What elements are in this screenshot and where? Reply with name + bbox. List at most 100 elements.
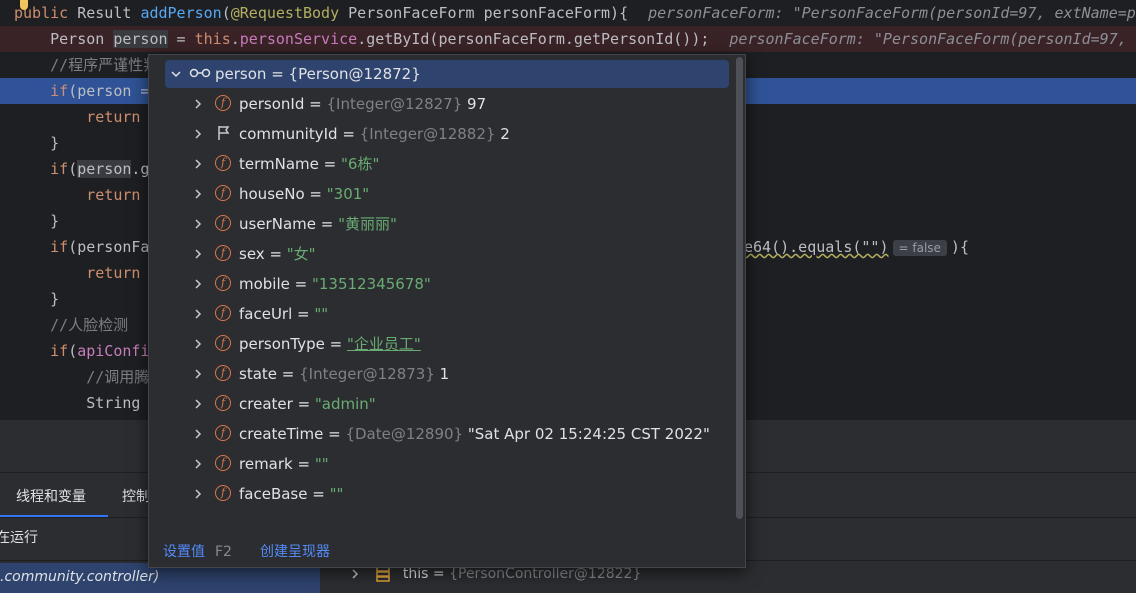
field-name: faceUrl (239, 305, 293, 323)
variable-row-this[interactable]: this = {PersonController@12822} (350, 566, 641, 582)
lightbulb-icon[interactable] (16, 0, 32, 12)
field-name: personId (239, 95, 305, 113)
field-value: "13512345678" (311, 275, 431, 293)
equals-sign: = (289, 275, 312, 293)
field-icon: f (215, 485, 231, 501)
field-row-persontype[interactable]: f personType = "企业员工" (149, 329, 729, 359)
field-value: "6栋" (341, 155, 380, 173)
field-value: 97 (467, 95, 487, 113)
code-token: } (14, 134, 60, 152)
equals-sign: = (323, 425, 346, 443)
set-value-link[interactable]: 设置值 (163, 544, 205, 560)
root-variable-row[interactable]: person = {Person@12872} (149, 59, 729, 89)
chevron-right-icon[interactable] (193, 249, 203, 259)
thread-status: 在运行 (0, 527, 38, 547)
chevron-right-icon[interactable] (193, 489, 203, 499)
code-text: return (14, 104, 140, 130)
chevron-right-icon[interactable] (193, 99, 203, 109)
field-reference: {Integer@12873} (299, 365, 435, 383)
field-name: faceBase (239, 485, 308, 503)
chevron-right-icon[interactable] (193, 189, 203, 199)
field-row-houseno[interactable]: f houseNo = "301" (149, 179, 729, 209)
tab-console[interactable]: 控制 (122, 486, 150, 506)
equals-sign: = (292, 455, 315, 473)
field-reference: {Date@12890} (345, 425, 464, 443)
field-row-facebase[interactable]: f faceBase = "" (149, 479, 729, 509)
code-text: } (14, 208, 59, 234)
field-row-creater[interactable]: f creater = "admin" (149, 389, 729, 419)
code-tail: e64().equals("") = false){ (744, 234, 969, 260)
chevron-right-icon[interactable] (193, 309, 203, 319)
code-line[interactable]: Person person = this.personService.getBy… (0, 26, 1136, 52)
field-label: termName = "6栋" (239, 149, 379, 179)
chevron-right-icon[interactable] (193, 219, 203, 229)
field-name: remark (239, 455, 293, 473)
code-token: if (50, 238, 69, 256)
code-text: if(person = (14, 78, 149, 104)
chevron-right-icon[interactable] (193, 279, 203, 289)
field-row-termname[interactable]: f termName = "6栋" (149, 149, 729, 179)
equals-sign: = (304, 185, 327, 203)
code-token: if (50, 82, 69, 100)
field-row-remark[interactable]: f remark = "" (149, 449, 729, 479)
field-row-communityid[interactable]: communityId = {Integer@12882} 2 (149, 119, 729, 149)
code-token: ( (68, 342, 78, 360)
field-label: remark = "" (239, 449, 329, 479)
tab-threads-variables[interactable]: 线程和变量 (16, 486, 86, 506)
field-name: personType (239, 335, 325, 353)
code-token: if (50, 342, 69, 360)
field-row-mobile[interactable]: f mobile = "13512345678" (149, 269, 729, 299)
field-row-personid[interactable]: f personId = {Integer@12827} 97 (149, 89, 729, 119)
inline-value-badge: = false (892, 240, 947, 256)
chevron-right-icon[interactable] (193, 399, 203, 409)
field-row-state[interactable]: f state = {Integer@12873} 1 (149, 359, 729, 389)
chevron-right-icon[interactable] (193, 459, 203, 469)
field-row-sex[interactable]: f sex = "女" (149, 239, 729, 269)
equals-sign: = (292, 395, 315, 413)
field-row-username[interactable]: f userName = "黄丽丽" (149, 209, 729, 239)
field-value: "" (314, 305, 329, 323)
variable-inspector-popup[interactable]: person = {Person@12872} f personId = {Int… (148, 54, 746, 568)
chevron-right-icon[interactable] (193, 369, 203, 379)
scrollbar-thumb[interactable] (736, 57, 743, 519)
field-row-createtime[interactable]: f createTime = {Date@12890} "Sat Apr 02 1… (149, 419, 729, 449)
field-label: mobile = "13512345678" (239, 269, 431, 299)
code-token: .getById(personFaceForm.getPersonId()); (357, 30, 710, 48)
field-label: creater = "admin" (239, 389, 376, 419)
code-token: if (50, 160, 69, 178)
code-token: @RequestBody (230, 4, 349, 22)
field-label: faceUrl = "" (239, 299, 328, 329)
code-line[interactable]: public Result addPerson(@RequestBody Per… (0, 0, 1136, 26)
inline-value-hint: personFaceForm: "PersonFaceForm(personId… (729, 30, 1136, 48)
code-token: ){ (950, 238, 969, 256)
chevron-right-icon[interactable] (350, 569, 360, 579)
field-value: "黄丽丽" (338, 215, 397, 233)
code-token: this (194, 30, 231, 48)
code-text: } (14, 130, 59, 156)
field-label: communityId = {Integer@12882} 2 (239, 119, 510, 149)
equals-sign: = (292, 305, 315, 323)
field-icon: f (215, 335, 231, 351)
root-variable-value: {Person@12872} (288, 65, 421, 83)
chevron-right-icon[interactable] (193, 159, 203, 169)
field-name: createTime (239, 425, 324, 443)
field-name: state (239, 365, 277, 383)
code-token: personService (239, 30, 358, 48)
chevron-right-icon[interactable] (193, 339, 203, 349)
code-text: return (14, 182, 140, 208)
field-value: "admin" (314, 395, 376, 413)
create-renderer-link[interactable]: 创建呈现器 (260, 544, 330, 560)
equals-sign: = (277, 365, 300, 383)
code-text: Person person = this.personService.getBy… (14, 26, 1136, 52)
field-icon: f (215, 155, 231, 171)
field-icon: f (215, 245, 231, 261)
field-row-faceurl[interactable]: f faceUrl = "" (149, 299, 729, 329)
field-icon: f (215, 215, 231, 231)
chevron-right-icon[interactable] (193, 429, 203, 439)
chevron-right-icon[interactable] (193, 129, 203, 139)
chevron-down-icon[interactable] (171, 69, 181, 79)
